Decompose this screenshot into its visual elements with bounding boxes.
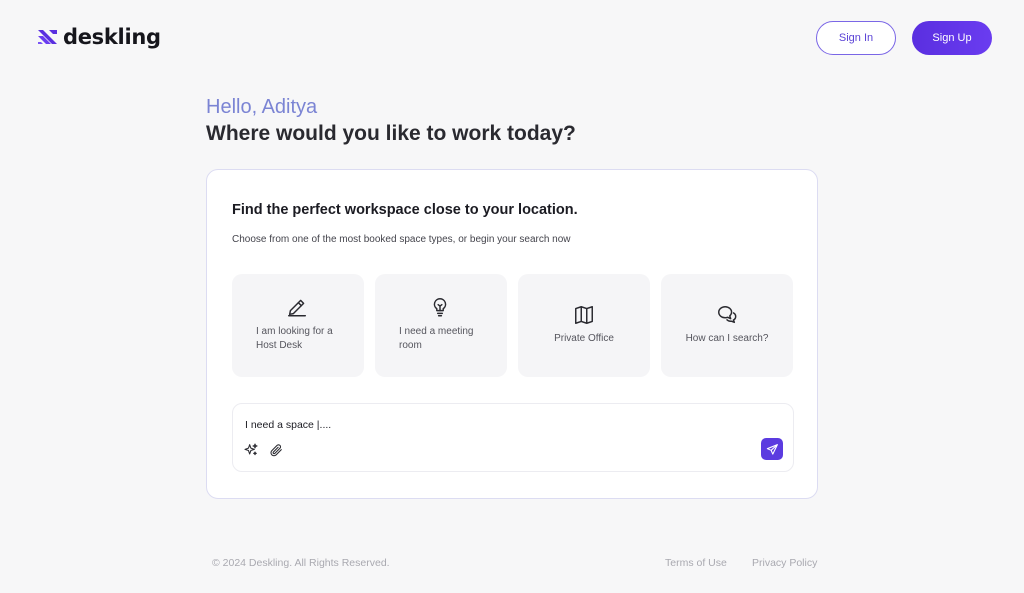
- page-headline: Where would you like to work today?: [206, 122, 576, 145]
- send-button[interactable]: [761, 438, 783, 460]
- workspace-search-card: Find the perfect workspace close to your…: [206, 169, 818, 499]
- terms-of-use-link[interactable]: Terms of Use: [665, 557, 727, 569]
- chat-bubbles-icon: [718, 306, 737, 324]
- sign-up-button[interactable]: Sign Up: [912, 21, 992, 55]
- footer-copyright: © 2024 Deskling. All Rights Reserved.: [212, 557, 390, 569]
- card-title: Find the perfect workspace close to your…: [232, 202, 578, 218]
- option-private-office[interactable]: Private Office: [518, 274, 650, 377]
- sparkle-icon[interactable]: [243, 442, 259, 458]
- card-subtitle: Choose from one of the most booked space…: [232, 234, 571, 245]
- greeting-text: Hello, Aditya: [206, 96, 318, 118]
- header: deskling Sign In Sign Up: [0, 0, 1024, 76]
- option-meeting-room[interactable]: I need a meeting room: [375, 274, 507, 377]
- search-composer: [232, 403, 794, 472]
- send-icon: [766, 443, 778, 455]
- pencil-icon: [288, 299, 306, 317]
- privacy-policy-link[interactable]: Privacy Policy: [752, 557, 817, 569]
- option-how-to-search[interactable]: How can I search?: [661, 274, 793, 377]
- option-label: Private Office: [554, 333, 614, 344]
- brand-logo[interactable]: deskling: [37, 25, 161, 49]
- deskling-logo-icon: [38, 30, 57, 44]
- brand-name: deskling: [63, 25, 161, 49]
- paperclip-icon[interactable]: [268, 442, 284, 458]
- option-label: I am looking for a Host Desk: [256, 326, 333, 351]
- map-icon: [575, 306, 593, 324]
- option-label: How can I search?: [685, 333, 769, 344]
- lightbulb-icon: [433, 298, 447, 317]
- option-host-desk[interactable]: I am looking for a Host Desk: [232, 274, 364, 377]
- sign-in-button[interactable]: Sign In: [816, 21, 896, 55]
- search-input[interactable]: [245, 416, 725, 434]
- option-label: I need a meeting room: [399, 326, 474, 351]
